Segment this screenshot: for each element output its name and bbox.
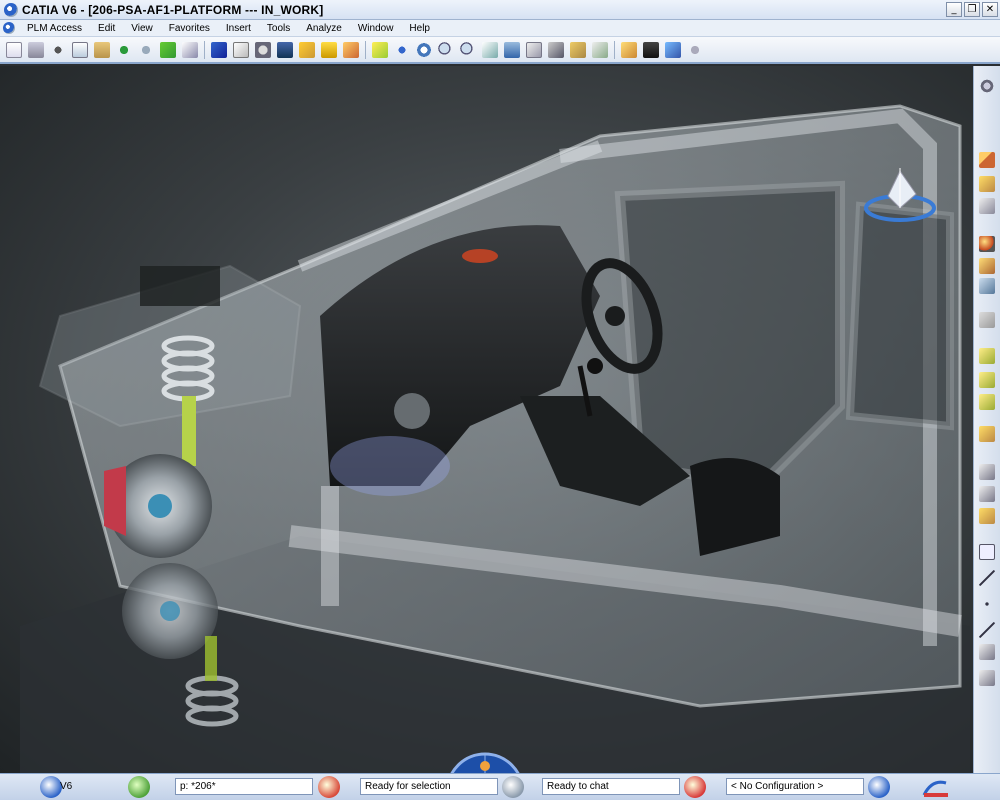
print-icon[interactable]: [28, 41, 44, 58]
diagonal-icon[interactable]: [979, 622, 995, 638]
product-icon[interactable]: [979, 258, 995, 274]
comment-icon[interactable]: [255, 41, 271, 58]
swap-visible-icon[interactable]: [592, 41, 608, 58]
tree-icon[interactable]: [299, 41, 315, 58]
menu-plm-access[interactable]: PLM Access: [19, 23, 90, 34]
point-icon[interactable]: [979, 596, 995, 612]
gear-icon[interactable]: [979, 78, 995, 94]
search-icon[interactable]: [128, 776, 150, 798]
main-toolbar: [0, 37, 1000, 64]
camera-icon[interactable]: [643, 41, 659, 58]
rotate-icon[interactable]: [416, 41, 432, 58]
select-arrow-icon[interactable]: [979, 152, 995, 168]
constraint-icon[interactable]: [979, 372, 995, 388]
menu-tools[interactable]: Tools: [259, 23, 298, 34]
configuration-field[interactable]: < No Configuration >: [726, 778, 864, 795]
car-model-render[interactable]: [0, 66, 973, 773]
explode-icon[interactable]: [979, 508, 995, 524]
material-icon[interactable]: [621, 41, 637, 58]
menu-window[interactable]: Window: [350, 23, 402, 34]
pan-icon[interactable]: [394, 41, 410, 58]
restore-button[interactable]: ❐: [964, 2, 980, 17]
toolbar-separator: [614, 40, 615, 59]
formula-icon[interactable]: [233, 41, 249, 58]
fit-all-icon[interactable]: [372, 41, 388, 58]
v6-label: V6: [60, 781, 73, 792]
configuration-icon[interactable]: [684, 776, 706, 798]
window-title: CATIA V6 - [206-PSA-AF1-PLATFORM --- IN_…: [22, 2, 324, 17]
document-icon[interactable]: [3, 22, 15, 34]
v6-compass-icon[interactable]: [40, 776, 62, 798]
menu-bar: PLM Access Edit View Favorites Insert To…: [0, 20, 1000, 37]
tree-expand-icon[interactable]: [979, 198, 995, 214]
lock-icon[interactable]: [321, 41, 337, 58]
close-button[interactable]: ✕: [982, 2, 998, 17]
plane-icon[interactable]: [979, 670, 995, 686]
window-controls: _ ❐ ✕: [946, 2, 998, 17]
structure-icon[interactable]: [343, 41, 359, 58]
undo-icon[interactable]: [116, 41, 132, 58]
menu-help[interactable]: Help: [401, 23, 438, 34]
toolbar-separator: [365, 40, 366, 59]
menu-favorites[interactable]: Favorites: [161, 23, 218, 34]
zoom-out-icon[interactable]: [460, 41, 476, 58]
axis-icon[interactable]: [979, 644, 995, 660]
display-icon[interactable]: [277, 41, 293, 58]
title-bar: CATIA V6 - [206-PSA-AF1-PLATFORM --- IN_…: [0, 0, 1000, 20]
whats-this-icon[interactable]: [182, 41, 198, 58]
status-bar: V6 p: *206* Ready for selection Ready to…: [0, 773, 1000, 800]
fix-icon[interactable]: [979, 394, 995, 410]
search-input[interactable]: p: *206*: [175, 778, 313, 795]
zoom-in-icon[interactable]: [438, 41, 454, 58]
paste-icon[interactable]: [94, 41, 110, 58]
snap-icon[interactable]: [979, 464, 995, 480]
toolbar-separator: [204, 40, 205, 59]
normal-view-icon[interactable]: [482, 41, 498, 58]
grid-icon[interactable]: [979, 312, 995, 328]
catia-app-icon[interactable]: [4, 2, 18, 17]
minimize-button[interactable]: _: [946, 2, 962, 17]
compass-icon[interactable]: [860, 166, 940, 226]
chat-status-field: Ready to chat: [542, 778, 680, 795]
copy-icon[interactable]: [72, 41, 88, 58]
cut-icon[interactable]: [50, 41, 66, 58]
update-icon[interactable]: [160, 41, 176, 58]
selection-status-field: Ready for selection: [360, 778, 498, 795]
3d-viewport[interactable]: [0, 66, 973, 773]
shading-icon[interactable]: [548, 41, 564, 58]
box-icon[interactable]: [979, 544, 995, 560]
menu-analyze[interactable]: Analyze: [298, 23, 350, 34]
refresh-icon[interactable]: [665, 41, 681, 58]
menu-insert[interactable]: Insert: [218, 23, 259, 34]
manipulate-icon[interactable]: [979, 486, 995, 502]
select-icon[interactable]: [318, 776, 340, 798]
component-icon[interactable]: [979, 176, 995, 192]
new-document-icon[interactable]: [6, 41, 22, 58]
sync-icon[interactable]: [687, 41, 703, 58]
iso-view-icon[interactable]: [526, 41, 542, 58]
sphere-icon[interactable]: [979, 236, 995, 252]
redo-icon[interactable]: [138, 41, 154, 58]
assembly-icon[interactable]: [979, 348, 995, 364]
part-icon[interactable]: [979, 278, 995, 294]
chat-icon[interactable]: [502, 776, 524, 798]
multi-view-icon[interactable]: [504, 41, 520, 58]
menu-edit[interactable]: Edit: [90, 23, 123, 34]
sketcher-icon[interactable]: [211, 41, 227, 58]
move-icon[interactable]: [979, 426, 995, 442]
navigation-wheel-icon[interactable]: [440, 752, 530, 773]
right-toolbar: [973, 66, 1000, 773]
line-icon[interactable]: [979, 570, 995, 586]
hide-show-icon[interactable]: [570, 41, 586, 58]
catia-logo: [922, 780, 948, 797]
globe-icon[interactable]: [868, 776, 890, 798]
menu-view[interactable]: View: [123, 23, 161, 34]
